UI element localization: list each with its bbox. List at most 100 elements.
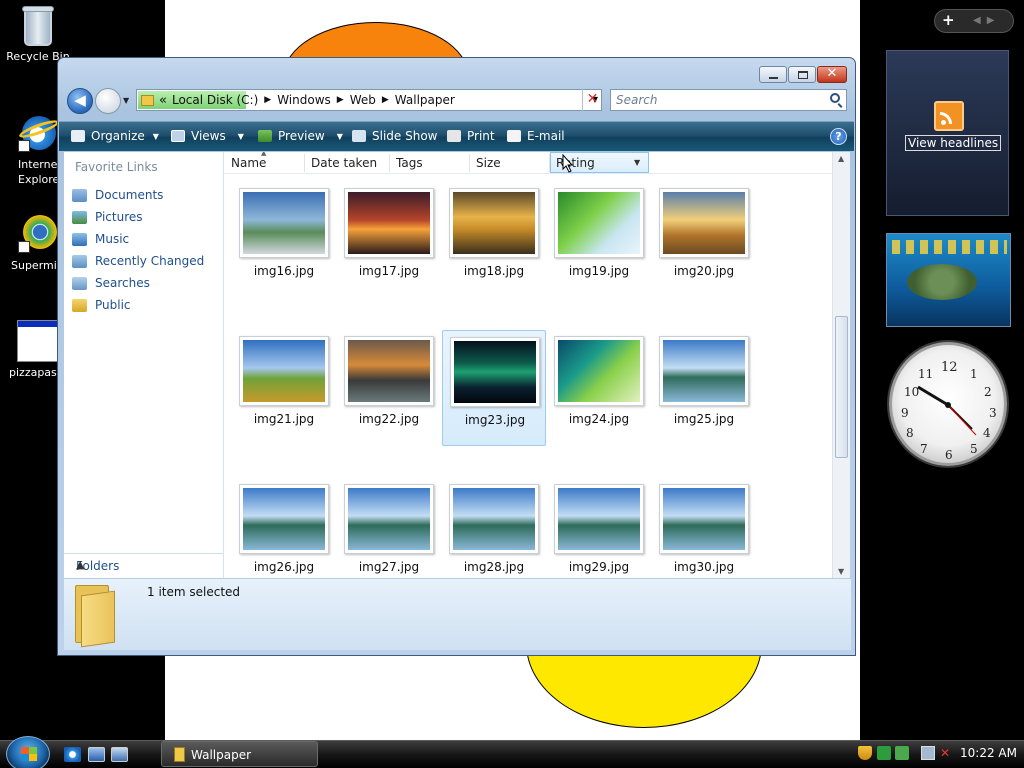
desktop-icon-recycle-bin[interactable]: Recycle Bin [2,4,74,64]
breadcrumb-overflow[interactable]: « [159,93,167,108]
recent-pages-dropdown[interactable]: ▼ [123,96,129,105]
svg-text:3: 3 [989,406,997,420]
taskbar: Wallpaper ✕ 10:22 AM [0,736,1024,768]
column-separator[interactable] [469,154,470,172]
folders-toggle[interactable]: Folders ▲ [64,553,223,578]
nav-link-public[interactable]: Public [72,294,204,316]
image-preview [659,484,749,554]
gadget-page-arrows[interactable]: ◀▶ [973,15,1000,26]
close-button[interactable]: ✕ [817,66,847,83]
image-thumbnail [558,192,640,254]
breadcrumb-separator-icon[interactable]: ▶ [264,95,271,105]
add-gadget-button[interactable]: + [942,11,955,29]
file-thumbnail[interactable]: img28.jpg [442,478,546,578]
file-thumbnail[interactable]: img22.jpg [337,330,441,446]
column-filter-dropdown-icon[interactable]: ▼ [634,158,640,167]
show-desktop-icon[interactable] [88,747,105,762]
nav-link-label: Searches [95,276,150,290]
image-thumbnail [558,488,640,550]
sidebar-controls: + ◀▶ [934,9,1014,33]
feed-headlines-gadget[interactable]: View headlines [886,50,1009,216]
desktop: Recycle Bin Internet Explorer Supermium … [0,0,1024,768]
printer-icon [447,130,461,142]
breadcrumb-windows[interactable]: Windows [277,93,331,107]
image-preview [344,188,434,258]
nav-link-recently-changed[interactable]: Recently Changed [72,250,204,272]
minimize-button[interactable] [759,66,787,83]
organize-button[interactable]: Organize ▼ [71,129,159,143]
file-thumbnail[interactable]: img30.jpg [652,478,756,578]
scroll-down-icon[interactable]: ▼ [838,567,844,576]
network-status-icon[interactable] [895,746,909,760]
public-folder-icon [72,298,87,312]
file-thumbnail[interactable]: img25.jpg [652,330,756,446]
windows-defender-icon[interactable] [877,746,891,760]
breadcrumb-web[interactable]: Web [350,93,376,107]
system-clock[interactable]: 10:22 AM [960,746,1017,760]
print-button[interactable]: Print [447,129,495,143]
nav-link-pictures[interactable]: Pictures [72,206,204,228]
image-preview [239,336,329,406]
nav-link-searches[interactable]: Searches [72,272,204,294]
nav-link-label: Public [95,298,131,312]
file-thumbnail[interactable]: img18.jpg [442,182,546,298]
breadcrumb-separator-icon[interactable]: ▶ [337,95,344,105]
start-button[interactable] [6,736,50,768]
column-date-taken[interactable]: Date taken [311,156,377,170]
file-thumbnail[interactable]: img27.jpg [337,478,441,578]
network-connections-icon[interactable] [921,746,935,760]
file-thumbnail[interactable]: img16.jpg [232,182,336,298]
vertical-scrollbar[interactable]: ▲ ▼ [832,152,850,578]
scroll-up-icon[interactable]: ▲ [838,154,844,163]
views-button[interactable]: Views ▼ [171,129,244,143]
image-thumbnail [348,192,430,254]
stop-button[interactable]: ✕ [582,89,602,111]
security-shield-icon[interactable] [858,746,872,760]
back-button[interactable]: ◀ [67,88,93,114]
help-button[interactable]: ? [830,128,847,145]
file-name-label: img21.jpg [253,412,315,426]
volume-muted-icon[interactable]: ✕ [940,746,954,760]
image-preview [449,188,539,258]
column-separator[interactable] [389,154,390,172]
view-headlines-link[interactable]: View headlines [905,135,1002,151]
folder-icon [141,94,154,106]
file-thumbnail[interactable]: img29.jpg [547,478,651,578]
preview-button[interactable]: Preview ▼ [258,129,343,143]
slideshow-gadget[interactable] [886,233,1011,327]
column-separator[interactable] [304,154,305,172]
column-tags[interactable]: Tags [396,156,423,170]
breadcrumb-local-disk[interactable]: Local Disk (C:) [172,93,258,107]
column-size[interactable]: Size [476,156,501,170]
folder-icon [73,585,121,648]
scrollbar-thumb[interactable] [835,316,848,458]
file-thumbnail[interactable]: img19.jpg [547,182,651,298]
file-thumbnail[interactable]: img20.jpg [652,182,756,298]
nav-link-documents[interactable]: Documents [72,184,204,206]
switch-windows-icon[interactable] [111,747,128,762]
organize-label: Organize [91,129,145,143]
clock-gadget[interactable]: 12 1 2 3 4 5 6 7 8 9 10 11 [889,342,1007,466]
file-thumbnail[interactable]: img17.jpg [337,182,441,298]
search-icon[interactable] [830,93,840,103]
forward-button[interactable] [95,88,121,114]
image-preview [239,188,329,258]
column-name[interactable]: Name [231,156,266,170]
slide-show-button[interactable]: Slide Show [352,129,437,143]
email-button[interactable]: E-mail [507,129,565,143]
file-thumbnail[interactable]: img26.jpg [232,478,336,578]
file-thumbnail[interactable]: img23.jpg [442,330,546,446]
breadcrumb-wallpaper[interactable]: Wallpaper [395,93,455,107]
maximize-button[interactable] [788,66,816,83]
nav-link-music[interactable]: Music [72,228,204,250]
image-preview [659,336,749,406]
file-thumbnail[interactable]: img24.jpg [547,330,651,446]
nav-link-label: Documents [95,188,164,202]
file-thumbnail[interactable]: img21.jpg [232,330,336,446]
taskbar-button-wallpaper[interactable]: Wallpaper [161,741,318,767]
search-input[interactable]: Search [610,89,847,111]
taskbar-button-label: Wallpaper [191,748,252,762]
internet-explorer-quick-launch-icon[interactable] [64,747,81,762]
breadcrumb-separator-icon[interactable]: ▶ [382,95,389,105]
address-bar[interactable]: « Local Disk (C:) ▶ Windows ▶ Web ▶ Wall… [136,89,602,111]
